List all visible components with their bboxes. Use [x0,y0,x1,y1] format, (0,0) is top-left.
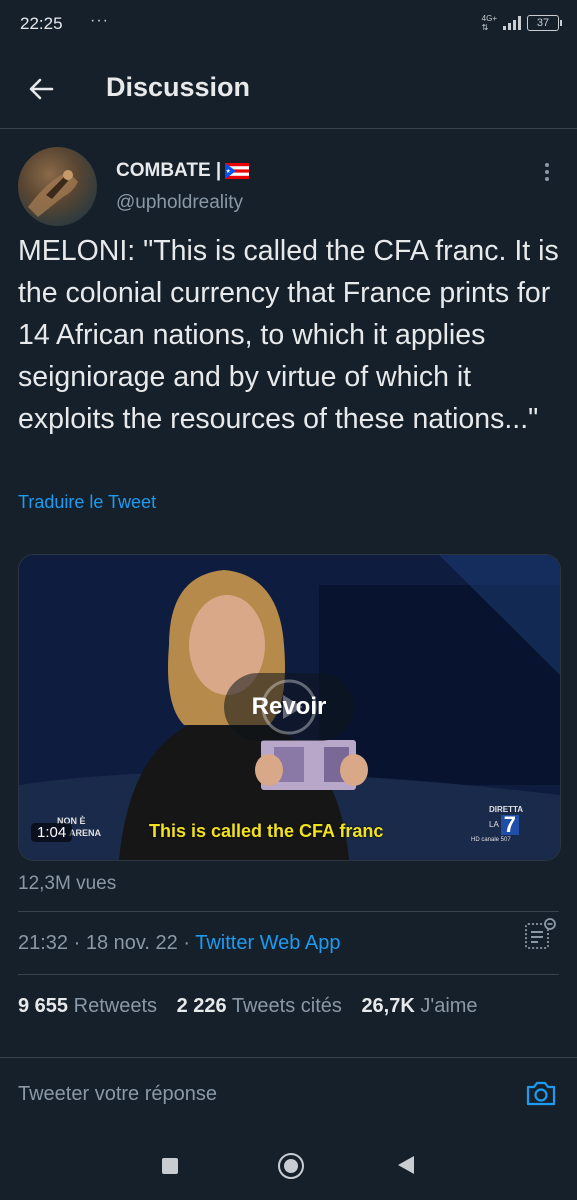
separator: · [177,932,196,954]
camera-icon[interactable] [524,1076,558,1110]
replay-button[interactable]: Revoir [224,673,354,741]
more-options-button[interactable] [538,160,556,184]
logo-left-bottom: ARENA [69,828,102,838]
avatar[interactable] [18,147,97,226]
likes-label: J'aime [420,995,478,1017]
retweets-count: 9 655 [18,995,69,1017]
signal-icon [503,16,521,30]
video-duration: 1:04 [31,823,73,842]
network-label: 4G+ ⇅ [482,14,497,32]
author-name[interactable]: COMBATE | [116,160,250,182]
status-time: 22:25 [20,14,63,33]
view-count: 12,3M vues [18,873,117,894]
tweet-stats: 9 655 Retweets 2 226 Tweets cités 26,7K … [18,995,492,1018]
system-navigation-bar [0,1126,577,1200]
tweet-timestamp: 21:32 · 18 nov. 22 · Twitter Web App [18,932,340,955]
battery-icon: 37 [527,15,562,31]
translate-tweet-link[interactable]: Traduire le Tweet [18,492,156,513]
logo-right-mid: LA [489,820,499,829]
retweets-label: Retweets [73,995,157,1017]
more-vertical-icon [545,163,549,167]
back-button[interactable] [26,74,56,104]
page-title: Discussion [106,72,251,102]
system-back-button[interactable] [398,1156,414,1174]
reply-bar: Tweeter votre réponse [0,1057,577,1126]
puerto-rico-flag-icon [225,163,250,179]
arrow-left-icon [29,78,54,100]
logo-right-number: 7 [500,814,520,836]
tweet-text: MELONI: "This is called the CFA franc. I… [18,235,559,435]
status-more-dots: ··· [90,12,109,29]
divider [18,911,559,912]
retweets-stat[interactable]: 9 655 Retweets [18,995,157,1017]
status-bar: 22:25 ··· 4G+ ⇅ 37 [0,0,577,50]
author-username[interactable]: @upholdreality [116,192,243,214]
video-subtitle: This is called the CFA franc [149,821,384,841]
tweet-time: 21:32 [18,932,69,954]
separator: · [68,932,86,954]
replay-label: Revoir [251,693,327,720]
quotes-count: 2 226 [176,995,227,1017]
avatar-image [28,170,78,217]
tweet-video[interactable]: Revoir NON È ARENA 1:04 This is called t… [18,554,561,861]
network-type: 4G+ [481,14,497,23]
source-app-link[interactable]: Twitter Web App [195,932,340,954]
channel-logo-right: DIRETTA LA 7 HD canale 507 [471,805,523,845]
reply-input[interactable]: Tweeter votre réponse [18,1083,217,1106]
quotes-label: Tweets cités [231,995,342,1017]
divider [18,974,559,975]
likes-count: 26,7K [361,995,415,1017]
network-activity: ⇅ [481,23,489,32]
tweet-date: 18 nov. 22 [85,932,178,954]
author-display-name: COMBATE | [116,160,222,181]
top-app-bar: Discussion [0,50,577,129]
analytics-icon[interactable] [524,918,556,952]
quotes-stat[interactable]: 2 226 Tweets cités [177,995,342,1017]
likes-stat[interactable]: 26,7K J'aime [361,995,477,1017]
home-button[interactable] [278,1153,304,1179]
status-right: 4G+ ⇅ 37 [482,14,562,32]
recents-button[interactable] [162,1158,178,1174]
